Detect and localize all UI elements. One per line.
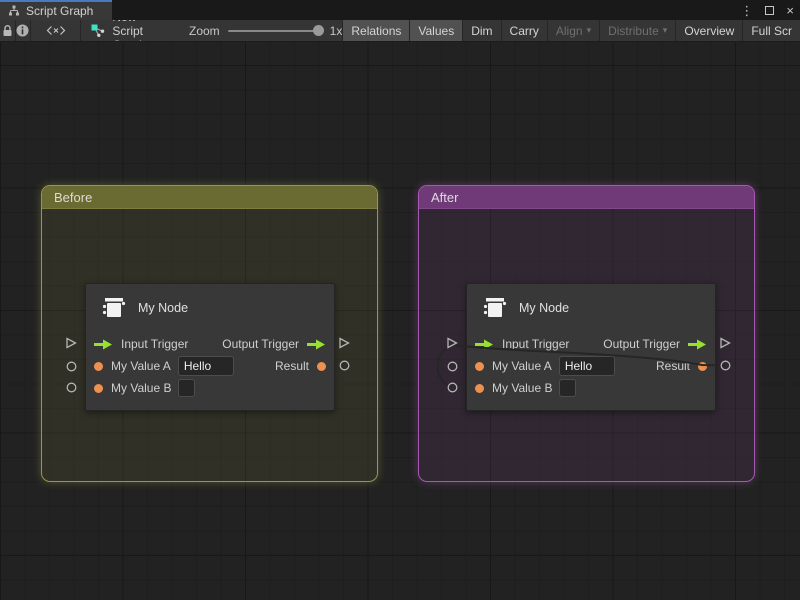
tab-label: Script Graph bbox=[26, 4, 93, 18]
zoom-value: 1x bbox=[330, 24, 343, 38]
input-trigger-port-icon[interactable] bbox=[94, 339, 113, 350]
fullscreen-label: Full Scr bbox=[751, 24, 792, 38]
value-b-port-icon[interactable] bbox=[475, 384, 484, 393]
carry-label: Carry bbox=[510, 24, 539, 38]
value-b-label: My Value B bbox=[492, 381, 552, 395]
value-a-row: My Value A Result bbox=[467, 355, 715, 377]
info-button[interactable] bbox=[16, 20, 32, 41]
value-a-label: My Value A bbox=[111, 359, 171, 373]
graph-toolbar: New Script Graph Zoom 1x Relations Value… bbox=[0, 20, 800, 42]
node-my-node-before[interactable]: My Node Input Trigger Output Trigger bbox=[85, 283, 335, 411]
input-trigger-port-icon[interactable] bbox=[475, 339, 494, 350]
zoom-control: Zoom 1x bbox=[175, 20, 342, 41]
value-b-port-icon[interactable] bbox=[94, 384, 103, 393]
fullscreen-button[interactable]: Full Scr bbox=[742, 20, 800, 41]
unit-icon bbox=[481, 296, 508, 320]
unit-icon bbox=[100, 296, 127, 320]
outer-input-trigger-port[interactable] bbox=[446, 337, 458, 349]
graph-icon bbox=[91, 24, 106, 38]
overview-button[interactable]: Overview bbox=[675, 20, 742, 41]
carry-button[interactable]: Carry bbox=[501, 20, 547, 41]
close-icon[interactable]: × bbox=[786, 4, 794, 17]
chevron-down-icon: ▾ bbox=[663, 25, 668, 36]
align-dropdown[interactable]: Align ▾ bbox=[547, 20, 599, 41]
result-label: Result bbox=[275, 359, 309, 373]
hierarchy-icon bbox=[8, 5, 20, 17]
value-a-label: My Value A bbox=[492, 359, 552, 373]
input-trigger-label: Input Trigger bbox=[121, 337, 188, 351]
group-before-header[interactable]: Before bbox=[42, 186, 377, 209]
zoom-label: Zoom bbox=[189, 24, 220, 38]
value-a-row: My Value A Result bbox=[86, 355, 334, 377]
value-a-port-icon[interactable] bbox=[475, 362, 484, 371]
value-b-input[interactable] bbox=[559, 379, 576, 397]
zoom-slider-thumb[interactable] bbox=[313, 25, 324, 36]
graph-title-label: New Script Graph bbox=[112, 20, 165, 42]
distribute-label: Distribute bbox=[608, 24, 659, 38]
outer-value-b-port[interactable] bbox=[447, 382, 458, 393]
outer-output-trigger-port[interactable] bbox=[338, 337, 350, 349]
outer-input-trigger-port[interactable] bbox=[65, 337, 77, 349]
window-tab-bar: Script Graph ⋮ × bbox=[0, 0, 800, 20]
values-button[interactable]: Values bbox=[409, 20, 462, 41]
value-b-row: My Value B bbox=[467, 377, 715, 399]
graph-title-button[interactable]: New Script Graph bbox=[81, 20, 175, 41]
lock-icon bbox=[2, 25, 13, 37]
output-trigger-port-icon[interactable] bbox=[307, 339, 326, 350]
kebab-menu-icon[interactable]: ⋮ bbox=[740, 4, 753, 17]
value-b-row: My Value B bbox=[86, 377, 334, 399]
graph-canvas[interactable]: Before After My Node bbox=[0, 42, 800, 600]
chevron-down-icon: ▾ bbox=[587, 25, 592, 36]
group-before-title: Before bbox=[54, 190, 92, 205]
align-label: Align bbox=[556, 24, 583, 38]
output-trigger-label: Output Trigger bbox=[603, 337, 680, 351]
distribute-dropdown[interactable]: Distribute ▾ bbox=[599, 20, 675, 41]
output-trigger-label: Output Trigger bbox=[222, 337, 299, 351]
group-after-header[interactable]: After bbox=[419, 186, 754, 209]
relations-label: Relations bbox=[351, 24, 401, 38]
result-port-icon[interactable] bbox=[317, 362, 326, 371]
maximize-icon[interactable] bbox=[765, 6, 774, 15]
node-my-node-after[interactable]: My Node Input Trigger Output Trigger bbox=[466, 283, 716, 411]
overview-label: Overview bbox=[684, 24, 734, 38]
outer-result-port[interactable] bbox=[720, 360, 731, 371]
outer-result-port[interactable] bbox=[339, 360, 350, 371]
info-icon bbox=[16, 24, 29, 37]
outer-value-b-port[interactable] bbox=[66, 382, 77, 393]
trigger-row: Input Trigger Output Trigger bbox=[86, 333, 334, 355]
tab-script-graph[interactable]: Script Graph bbox=[0, 0, 112, 20]
value-a-input[interactable] bbox=[178, 356, 234, 376]
outer-output-trigger-port[interactable] bbox=[719, 337, 731, 349]
output-trigger-port-icon[interactable] bbox=[688, 339, 707, 350]
result-port-icon[interactable] bbox=[698, 362, 707, 371]
code-icon bbox=[46, 25, 66, 36]
dim-label: Dim bbox=[471, 24, 492, 38]
trigger-row: Input Trigger Output Trigger bbox=[467, 333, 715, 355]
zoom-slider[interactable] bbox=[228, 30, 322, 32]
dim-button[interactable]: Dim bbox=[462, 20, 500, 41]
node-title: My Node bbox=[519, 301, 569, 315]
node-title: My Node bbox=[138, 301, 188, 315]
result-label: Result bbox=[656, 359, 690, 373]
code-view-button[interactable] bbox=[31, 20, 81, 41]
group-after-title: After bbox=[431, 190, 458, 205]
lock-button[interactable] bbox=[0, 20, 16, 41]
outer-value-a-port[interactable] bbox=[447, 361, 458, 372]
input-trigger-label: Input Trigger bbox=[502, 337, 569, 351]
values-label: Values bbox=[418, 24, 454, 38]
value-b-label: My Value B bbox=[111, 381, 171, 395]
relations-button[interactable]: Relations bbox=[342, 20, 409, 41]
outer-value-a-port[interactable] bbox=[66, 361, 77, 372]
value-a-port-icon[interactable] bbox=[94, 362, 103, 371]
value-a-input[interactable] bbox=[559, 356, 615, 376]
value-b-input[interactable] bbox=[178, 379, 195, 397]
